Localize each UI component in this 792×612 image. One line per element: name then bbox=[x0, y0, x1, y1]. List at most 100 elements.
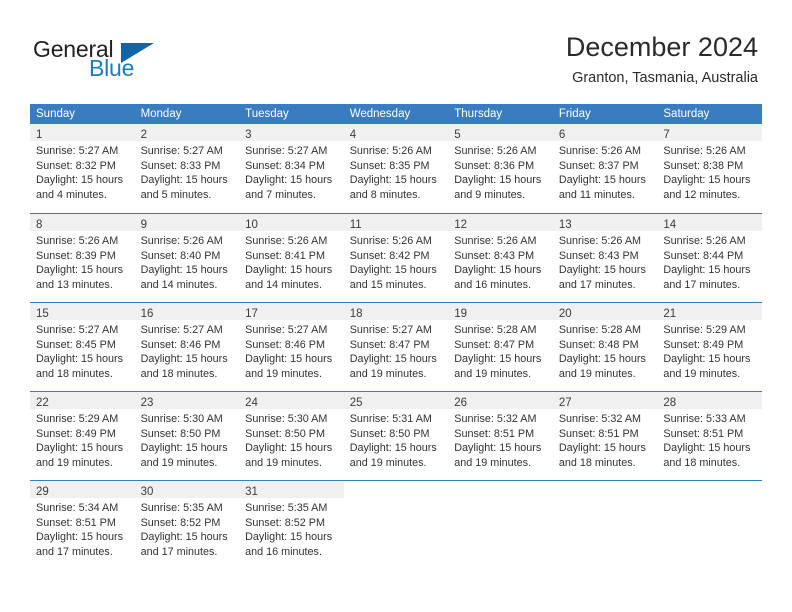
calendar-day-cell[interactable]: 6 Sunrise: 5:26 AM Sunset: 8:37 PM Daylight… bbox=[552, 124, 658, 213]
day-number-strip: 16 bbox=[134, 303, 240, 320]
daylight-text-line1: Daylight: 15 hours bbox=[663, 353, 751, 366]
weekday-header-saturday: Saturday bbox=[657, 104, 762, 124]
day-details: Sunrise: 5:30 AM Sunset: 8:50 PM Daylight:… bbox=[135, 409, 240, 470]
calendar-day-cell[interactable]: 20 Sunrise: 5:28 AM Sunset: 8:48 PM Dayligh… bbox=[552, 302, 658, 391]
calendar-day-cell[interactable]: 17 Sunrise: 5:27 AM Sunset: 8:46 PM Dayligh… bbox=[239, 302, 344, 391]
day-number-strip: 13 bbox=[552, 214, 658, 231]
calendar-day-cell[interactable]: 18 Sunrise: 5:27 AM Sunset: 8:47 PM Dayligh… bbox=[343, 302, 449, 391]
day-number: 30 bbox=[140, 486, 154, 498]
calendar-day-cell[interactable]: 27 Sunrise: 5:32 AM Sunset: 8:51 PM Dayligh… bbox=[552, 391, 658, 480]
day-details: Sunrise: 5:26 AM Sunset: 8:41 PM Daylight:… bbox=[239, 231, 344, 292]
day-number-strip: 30 bbox=[134, 481, 240, 498]
sunset-text: Sunset: 8:50 PM bbox=[349, 427, 430, 440]
sunset-text: Sunset: 8:37 PM bbox=[558, 159, 639, 172]
daylight-text-line2: and 19 minutes. bbox=[36, 456, 113, 469]
sunrise-text: Sunrise: 5:26 AM bbox=[140, 235, 223, 247]
calendar-day-cell[interactable]: 25 Sunrise: 5:31 AM Sunset: 8:50 PM Dayligh… bbox=[343, 391, 449, 480]
calendar-day-cell[interactable]: 4 Sunrise: 5:26 AM Sunset: 8:35 PM Daylight… bbox=[343, 124, 449, 213]
calendar-day-cell[interactable]: 1 Sunrise: 5:27 AM Sunset: 8:32 PM Daylight… bbox=[30, 124, 135, 213]
day-number: 10 bbox=[245, 219, 258, 231]
calendar-day-cell-wrapper: 16 Sunrise: 5:27 AM Sunset: 8:46 PM Dayligh… bbox=[134, 302, 240, 391]
day-number-strip: 24 bbox=[239, 392, 344, 409]
logo-text-blue: Blue bbox=[89, 55, 135, 81]
sunset-text: Sunset: 8:48 PM bbox=[558, 338, 639, 351]
calendar-day-cell-wrapper: 21 Sunrise: 5:29 AM Sunset: 8:49 PM Dayligh… bbox=[657, 302, 762, 391]
day-number-strip: 15 bbox=[30, 303, 135, 320]
calendar-day-cell-wrapper: 9 Sunrise: 5:26 AM Sunset: 8:40 PM Daylight… bbox=[134, 213, 240, 302]
calendar-day-cell[interactable]: 16 Sunrise: 5:27 AM Sunset: 8:46 PM Dayligh… bbox=[134, 302, 240, 391]
day-details: Sunrise: 5:35 AM Sunset: 8:52 PM Daylight:… bbox=[239, 498, 344, 559]
daylight-text-line2: and 19 minutes. bbox=[349, 367, 427, 380]
calendar-day-cell[interactable]: 10 Sunrise: 5:26 AM Sunset: 8:41 PM Dayligh… bbox=[239, 213, 344, 302]
calendar-day-cell[interactable]: 19 Sunrise: 5:28 AM Sunset: 8:47 PM Dayligh… bbox=[448, 302, 553, 391]
calendar-day-cell[interactable]: 15 Sunrise: 5:27 AM Sunset: 8:45 PM Dayligh… bbox=[30, 302, 135, 391]
day-details: Sunrise: 5:26 AM Sunset: 8:38 PM Daylight:… bbox=[657, 141, 762, 202]
calendar-day-cell[interactable]: 28 Sunrise: 5:33 AM Sunset: 8:51 PM Dayligh… bbox=[657, 391, 762, 480]
day-number: 3 bbox=[245, 129, 252, 141]
calendar-day-cell[interactable]: 12 Sunrise: 5:26 AM Sunset: 8:43 PM Dayligh… bbox=[448, 213, 553, 302]
sunset-text: Sunset: 8:41 PM bbox=[245, 249, 325, 262]
calendar-day-cell[interactable]: 3 Sunrise: 5:27 AM Sunset: 8:34 PM Daylight… bbox=[239, 124, 344, 213]
day-number: 4 bbox=[349, 129, 357, 141]
daylight-text-line2: and 11 minutes. bbox=[558, 188, 635, 201]
calendar-day-cell-wrapper: 31 Sunrise: 5:35 AM Sunset: 8:52 PM Dayligh… bbox=[239, 480, 344, 569]
day-number-strip: 20 bbox=[552, 303, 658, 320]
sunset-text: Sunset: 8:33 PM bbox=[140, 159, 221, 172]
calendar-day-cell-wrapper: 27 Sunrise: 5:32 AM Sunset: 8:51 PM Dayligh… bbox=[552, 391, 658, 480]
daylight-text-line2: and 18 minutes. bbox=[140, 367, 218, 380]
sunset-text: Sunset: 8:45 PM bbox=[36, 338, 116, 351]
daylight-text-line2: and 15 minutes. bbox=[349, 278, 427, 291]
calendar-day-cell-empty bbox=[448, 480, 553, 569]
calendar-day-cell[interactable]: 13 Sunrise: 5:26 AM Sunset: 8:43 PM Dayligh… bbox=[552, 213, 658, 302]
calendar-day-cell[interactable]: 24 Sunrise: 5:30 AM Sunset: 8:50 PM Dayligh… bbox=[239, 391, 344, 480]
calendar-day-cell[interactable]: 14 Sunrise: 5:26 AM Sunset: 8:44 PM Dayligh… bbox=[657, 213, 762, 302]
day-number: 14 bbox=[663, 219, 677, 231]
day-number: 20 bbox=[558, 308, 572, 320]
calendar-week-row: 22 Sunrise: 5:29 AM Sunset: 8:49 PM Dayligh… bbox=[30, 391, 762, 480]
general-blue-logo[interactable]: General Blue bbox=[33, 36, 163, 84]
daylight-text-line1: Daylight: 15 hours bbox=[558, 353, 646, 366]
day-details: Sunrise: 5:27 AM Sunset: 8:47 PM Daylight:… bbox=[344, 320, 449, 381]
daylight-text-line2: and 19 minutes. bbox=[245, 456, 322, 469]
day-number-strip bbox=[657, 481, 762, 498]
daylight-text-line2: and 12 minutes. bbox=[663, 188, 741, 201]
day-number-strip: 9 bbox=[134, 214, 240, 231]
day-number: 24 bbox=[245, 397, 258, 409]
weekday-header-tuesday: Tuesday bbox=[239, 104, 344, 124]
daylight-text-line1: Daylight: 15 hours bbox=[245, 531, 333, 544]
sunset-text: Sunset: 8:35 PM bbox=[349, 159, 430, 172]
calendar-day-cell-wrapper: 26 Sunrise: 5:32 AM Sunset: 8:51 PM Dayligh… bbox=[448, 391, 553, 480]
calendar-day-cell[interactable]: 26 Sunrise: 5:32 AM Sunset: 8:51 PM Dayligh… bbox=[448, 391, 553, 480]
calendar-day-cell[interactable]: 11 Sunrise: 5:26 AM Sunset: 8:42 PM Dayligh… bbox=[343, 213, 449, 302]
calendar-day-cell-wrapper: 30 Sunrise: 5:35 AM Sunset: 8:52 PM Dayligh… bbox=[134, 480, 240, 569]
sunrise-text: Sunrise: 5:26 AM bbox=[349, 235, 432, 247]
sunrise-text: Sunrise: 5:31 AM bbox=[349, 413, 432, 425]
calendar-day-cell[interactable]: 9 Sunrise: 5:26 AM Sunset: 8:40 PM Daylight… bbox=[134, 213, 240, 302]
calendar-day-cell[interactable]: 29 Sunrise: 5:34 AM Sunset: 8:51 PM Dayligh… bbox=[30, 480, 135, 569]
day-number: 15 bbox=[36, 308, 49, 320]
calendar-day-cell[interactable]: 8 Sunrise: 5:26 AM Sunset: 8:39 PM Daylight… bbox=[30, 213, 135, 302]
calendar-day-cell-wrapper: 1 Sunrise: 5:27 AM Sunset: 8:32 PM Daylight… bbox=[30, 124, 135, 213]
calendar-day-cell[interactable]: 23 Sunrise: 5:30 AM Sunset: 8:50 PM Dayligh… bbox=[134, 391, 240, 480]
day-details: Sunrise: 5:29 AM Sunset: 8:49 PM Daylight:… bbox=[30, 409, 135, 470]
title-block: December 2024 Granton, Tasmania, Austral… bbox=[566, 30, 758, 89]
calendar-day-cell-wrapper: 11 Sunrise: 5:26 AM Sunset: 8:42 PM Dayligh… bbox=[343, 213, 449, 302]
daylight-text-line1: Daylight: 15 hours bbox=[245, 353, 333, 366]
calendar-day-cell[interactable]: 21 Sunrise: 5:29 AM Sunset: 8:49 PM Dayligh… bbox=[657, 302, 762, 391]
daylight-text-line1: Daylight: 15 hours bbox=[140, 264, 228, 277]
calendar-day-cell[interactable]: 7 Sunrise: 5:26 AM Sunset: 8:38 PM Daylight… bbox=[657, 124, 762, 213]
daylight-text-line1: Daylight: 15 hours bbox=[454, 353, 542, 366]
sunrise-text: Sunrise: 5:29 AM bbox=[36, 413, 119, 425]
calendar-day-cell[interactable]: 22 Sunrise: 5:29 AM Sunset: 8:49 PM Dayligh… bbox=[30, 391, 135, 480]
calendar-day-cell[interactable]: 5 Sunrise: 5:26 AM Sunset: 8:36 PM Daylight… bbox=[448, 124, 553, 213]
day-number-strip bbox=[344, 481, 449, 498]
day-number: 18 bbox=[349, 308, 363, 320]
day-number-strip: 2 bbox=[134, 124, 240, 141]
daylight-text-line2: and 18 minutes. bbox=[558, 456, 636, 469]
day-number-strip: 11 bbox=[343, 214, 449, 231]
daylight-text-line2: and 19 minutes. bbox=[663, 367, 741, 380]
calendar-day-cell[interactable]: 31 Sunrise: 5:35 AM Sunset: 8:52 PM Dayligh… bbox=[239, 480, 344, 569]
calendar-day-cell[interactable]: 2 Sunrise: 5:27 AM Sunset: 8:33 PM Daylight… bbox=[134, 124, 240, 213]
calendar-day-cell[interactable]: 30 Sunrise: 5:35 AM Sunset: 8:52 PM Dayligh… bbox=[134, 480, 240, 569]
day-details: Sunrise: 5:34 AM Sunset: 8:51 PM Daylight:… bbox=[30, 498, 135, 559]
